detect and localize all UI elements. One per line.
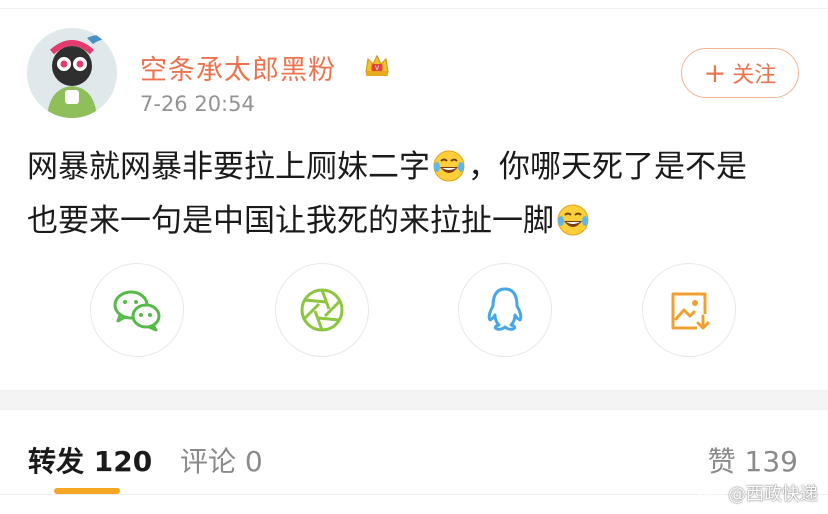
weibo-logo-icon <box>699 485 722 503</box>
crown-badge-icon: V <box>365 54 389 76</box>
share-qq-button[interactable] <box>458 263 552 357</box>
laugh-cry-emoji-icon <box>433 150 465 182</box>
tab-repost[interactable]: 转发 120 <box>28 440 152 480</box>
watermark: @西政快递 <box>698 480 818 506</box>
avatar[interactable] <box>27 28 117 118</box>
tab-repost-count: 120 <box>93 445 153 478</box>
share-moments-button[interactable] <box>275 263 369 357</box>
share-wechat-button[interactable] <box>90 263 184 357</box>
watermark-text: @西政快递 <box>728 484 818 505</box>
follow-label: 关注 <box>732 63 777 88</box>
username[interactable]: 空条承太郎黑粉 <box>140 48 336 87</box>
tab-comments[interactable]: 评论 0 <box>180 440 263 480</box>
post-body: 网暴就网暴非要拉上厕妹二字 ，你哪天死了是不是 也要来一句是中国让我死的来拉扯一… <box>27 140 807 248</box>
follow-button[interactable]: + 关注 <box>681 48 799 98</box>
tab-repost-label: 转发 <box>28 445 85 478</box>
laugh-cry-emoji-icon <box>557 204 589 236</box>
tab-likes[interactable]: 赞 139 <box>708 440 798 480</box>
save-image-icon <box>671 292 710 330</box>
avatar-image <box>27 28 117 118</box>
tab-likes-label: 赞 <box>707 445 736 478</box>
plus-icon: + <box>703 57 727 89</box>
tab-comments-label: 评论 <box>180 445 237 478</box>
moments-icon <box>300 288 344 332</box>
save-image-button[interactable] <box>642 263 736 357</box>
post-timestamp: 7-26 20:54 <box>140 92 255 116</box>
section-divider <box>0 390 828 410</box>
post-text-line1-a: 网暴就网暴非要拉上厕妹二字 <box>27 149 430 185</box>
wechat-icon <box>113 290 161 332</box>
share-row <box>0 263 828 359</box>
qq-icon <box>487 287 523 331</box>
top-divider <box>0 0 828 9</box>
tab-comments-count: 0 <box>244 445 263 478</box>
tab-likes-count: 139 <box>744 445 798 478</box>
post-text-line2: 也要来一句是中国让我死的来拉扯一脚 <box>27 203 554 239</box>
post-text-line1-b: ，你哪天死了是不是 <box>468 149 747 185</box>
